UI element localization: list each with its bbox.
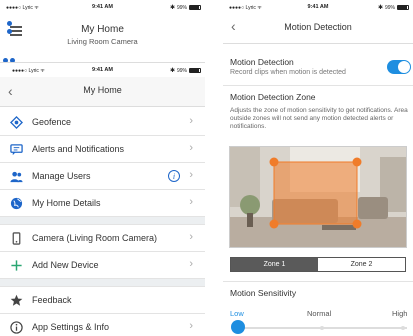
bluetooth-icon: ✱ (169, 5, 175, 11)
page-dots (3, 21, 15, 65)
menu-item-feedback[interactable]: Feedback (0, 287, 205, 314)
zone-description: Adjusts the zone of motion sensitivity t… (230, 107, 408, 130)
geofence-icon (10, 116, 23, 129)
zone-title: Motion Detection Zone (230, 92, 316, 102)
chevron-right-icon: › (189, 196, 193, 208)
battery-icon (397, 5, 409, 10)
motion-detection-subtitle: Record clips when motion is detected (230, 69, 346, 76)
users-icon (10, 171, 23, 183)
sensitivity-low-label: Low (230, 309, 244, 318)
section-gap (0, 217, 205, 225)
section-gap (0, 279, 205, 287)
chevron-right-icon: › (189, 142, 193, 154)
battery-percent: 99% (176, 68, 187, 74)
sensitivity-slider-knob[interactable] (231, 320, 245, 334)
chevron-right-icon: › (189, 258, 193, 270)
battery-icon (189, 68, 201, 73)
divider-line (223, 85, 413, 86)
nav-bar: ‹ My Home (0, 77, 205, 107)
menu-item-label: Manage Users (32, 171, 91, 181)
page-title: Motion Detection (284, 22, 352, 32)
battery-icon (189, 5, 201, 10)
home-title: My Home (81, 24, 124, 35)
phone-icon (12, 232, 21, 245)
menu-item-label: Add New Device (32, 260, 99, 270)
motion-detection-screen: ●●●●○ Lyric ᯤ 9:41 AM ✱ 99% ‹ Motion Det… (223, 0, 413, 336)
divider-line (223, 281, 413, 282)
menu-item-label: Alerts and Notifications (32, 144, 125, 154)
menu-item-geofence[interactable]: Geofence › (0, 109, 205, 136)
sensitivity-high-label: High (392, 309, 408, 318)
chevron-right-icon: › (189, 169, 193, 181)
menu-item-alerts[interactable]: Alerts and Notifications › (0, 136, 205, 163)
menu-item-add-device[interactable]: Add New Device › (0, 252, 205, 279)
battery-percent: 99% (384, 5, 395, 11)
info-badge-icon[interactable]: i (168, 170, 180, 182)
settings-menu: Geofence › Alerts and Notifications › Ma… (0, 109, 205, 336)
zone-1-overlay (273, 161, 358, 225)
slider-tick (320, 326, 324, 330)
star-icon (10, 294, 23, 306)
menu-item-label: Feedback (32, 295, 72, 305)
chevron-right-icon: › (189, 115, 193, 127)
sensitivity-normal-label: Normal (307, 309, 332, 318)
motion-detection-toggle[interactable] (387, 60, 411, 74)
status-bar: ●●●●○ Lyric ᯤ 9:41 AM ✱ 99% (0, 2, 205, 13)
chat-icon (10, 144, 23, 156)
bluetooth-icon: ✱ (169, 68, 175, 74)
info-icon (10, 321, 23, 334)
battery-percent: 99% (176, 5, 187, 11)
back-screen: ●●●●○ Lyric ᯤ 9:41 AM ✱ 99% My Home Livi… (0, 0, 205, 62)
slider-tick (401, 326, 405, 330)
living-room-image (230, 147, 406, 247)
menu-item-app-settings[interactable]: App Settings & Info › (0, 314, 205, 336)
front-screen: ●●●●○ Lyric ᯤ 9:41 AM ✱ 99% ‹ My Home Ge… (0, 62, 205, 336)
plus-icon (11, 260, 22, 271)
zone-1-tab[interactable]: Zone 1 (231, 258, 318, 271)
page-title: My Home (83, 85, 122, 95)
motion-detection-title: Motion Detection (230, 57, 294, 67)
divider (205, 0, 223, 336)
globe-icon (10, 197, 23, 210)
menu-item-home-details[interactable]: My Home Details › (0, 190, 205, 217)
home-subtitle: Living Room Camera (67, 37, 138, 46)
bluetooth-icon: ✱ (377, 5, 383, 11)
menu-item-camera[interactable]: Camera (Living Room Camera) › (0, 225, 205, 252)
menu-item-label: Geofence (32, 117, 72, 127)
zone-handle (269, 219, 279, 229)
nav-bar: ‹ Motion Detection (223, 12, 413, 44)
zone-handle (352, 219, 362, 229)
chevron-right-icon: › (189, 320, 193, 332)
zone-2-tab[interactable]: Zone 2 (318, 258, 405, 271)
menu-item-label: Camera (Living Room Camera) (32, 233, 158, 243)
zone-handle (352, 157, 362, 167)
zone-selector: Zone 1 Zone 2 (230, 257, 406, 272)
chevron-right-icon: › (189, 231, 193, 243)
menu-item-label: App Settings & Info (32, 322, 110, 332)
camera-preview[interactable] (229, 146, 407, 248)
zone-handle (269, 157, 279, 167)
sensitivity-title: Motion Sensitivity (230, 288, 297, 298)
menu-item-manage-users[interactable]: Manage Users i › (0, 163, 205, 190)
menu-item-label: My Home Details (32, 198, 101, 208)
status-bar: ●●●●○ Lyric ᯤ 9:41 AM ✱ 99% (0, 65, 205, 76)
